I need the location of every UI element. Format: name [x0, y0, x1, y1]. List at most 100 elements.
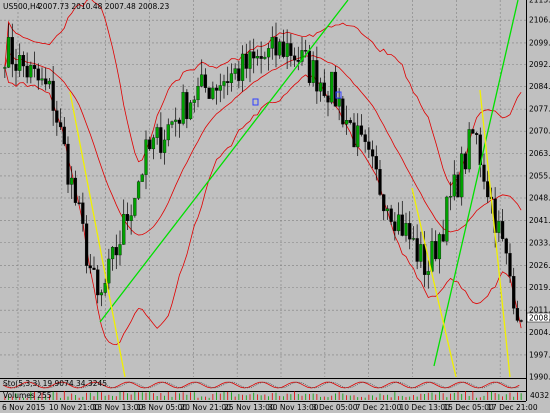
- candle-body: [326, 95, 330, 103]
- candle-body: [463, 153, 468, 170]
- candle-body: [382, 194, 386, 212]
- candle-body: [278, 41, 282, 56]
- candle-body: [356, 125, 360, 148]
- candle-body: [218, 85, 222, 91]
- candle-body: [519, 320, 523, 322]
- candle-body: [155, 127, 159, 138]
- price-tick-label: 2063.00: [529, 149, 550, 158]
- main-plot-area[interactable]: [0, 0, 526, 378]
- candle-body: [3, 67, 7, 69]
- candle-body: [385, 208, 390, 212]
- candle-body: [504, 238, 508, 254]
- candle-body: [460, 153, 464, 198]
- candle-body: [281, 41, 286, 57]
- candle-body: [378, 169, 382, 195]
- time-tick-label: 3 Dec 05:00: [312, 403, 358, 412]
- price-tick-label: 2041.00: [529, 216, 550, 225]
- candle-body: [196, 85, 200, 101]
- candle-body: [474, 133, 479, 135]
- candle-body: [270, 37, 274, 49]
- time-axis[interactable]: 6 Nov 2015 10 Nov 21:0013 Nov 13:0018 Nov…: [2, 403, 538, 412]
- candle-body: [307, 50, 312, 83]
- candle-body: [497, 221, 501, 233]
- candle-body: [348, 120, 352, 123]
- price-tick-label: 2004.60: [529, 328, 550, 337]
- candle-body: [434, 241, 438, 260]
- price-tick-label: 2026.40: [529, 261, 550, 270]
- candle-body: [96, 269, 100, 296]
- price-tick-label: 2019.20: [529, 283, 550, 292]
- candle-body: [36, 68, 40, 81]
- candle-body: [263, 56, 267, 59]
- candle-body: [84, 223, 89, 266]
- candle-body: [207, 87, 211, 99]
- candle-body: [374, 156, 378, 170]
- candle-body: [359, 125, 364, 135]
- candle-body: [237, 68, 241, 81]
- candle-body: [240, 53, 245, 81]
- candle-body: [445, 196, 449, 242]
- candle-body: [248, 51, 252, 69]
- price-tick-label: 2113.00: [529, 0, 550, 5]
- candle-body: [40, 78, 44, 81]
- candle-body: [389, 208, 393, 222]
- volume-panel[interactable]: [4, 391, 522, 400]
- candle-body: [107, 258, 111, 284]
- price-tick-label: 2055.60: [529, 171, 550, 180]
- candle-body: [162, 139, 167, 153]
- candle-body: [44, 78, 48, 85]
- candle-body: [226, 81, 230, 83]
- candle-body: [363, 134, 367, 142]
- candle-body: [14, 63, 18, 71]
- candle-body: [318, 82, 323, 92]
- price-tick-label: 2084.80: [529, 82, 550, 91]
- candle-body: [452, 174, 456, 197]
- price-tick-label: 2070.20: [529, 127, 550, 136]
- candle-body: [467, 129, 471, 170]
- candle-body: [337, 98, 341, 107]
- volumes-label: Volumes 255: [3, 391, 52, 400]
- candle-body: [151, 137, 156, 150]
- candle-body: [296, 59, 300, 62]
- candle-body: [55, 110, 59, 123]
- price-axis[interactable]: 2113.00 2106.40 2099.00 2092.00 2084.80 2077.…: [529, 0, 550, 382]
- candle-body: [396, 214, 401, 232]
- volume-scale-label: 4032: [530, 391, 549, 400]
- candle-body: [311, 60, 315, 83]
- price-tick-label: 2106.40: [529, 16, 550, 25]
- candle-body: [415, 238, 419, 262]
- candle-body: [62, 126, 66, 145]
- candle-body: [500, 221, 505, 239]
- candle-body: [285, 43, 289, 57]
- candle-body: [122, 213, 126, 245]
- price-tick-label: 2077.40: [529, 105, 550, 114]
- current-price-label: 2008.23: [529, 314, 550, 323]
- candle-body: [114, 247, 118, 256]
- price-tick-label: 2099.00: [529, 38, 550, 47]
- candle-body: [315, 60, 319, 92]
- candle-body: [174, 119, 178, 122]
- candle-body: [419, 244, 423, 262]
- candle-body: [185, 92, 189, 120]
- price-tick-label: 2048.40: [529, 194, 550, 203]
- symbol-label: US500,H4: [3, 2, 41, 11]
- candle-body: [77, 202, 81, 204]
- candle-body: [411, 238, 416, 240]
- price-tick-label: 2092.00: [529, 60, 550, 69]
- candle-body: [408, 223, 412, 240]
- candle-body: [344, 120, 349, 125]
- candle-body: [341, 98, 345, 125]
- candle-body: [222, 81, 226, 86]
- candle-body: [322, 82, 326, 96]
- time-tick-label: 17 Dec 21:00: [487, 403, 538, 412]
- candle-body: [211, 87, 215, 99]
- stochastic-panel[interactable]: Sto(5,3,3) 19.9074 34.3245: [2, 379, 520, 389]
- candle-body: [508, 253, 512, 277]
- candle-body: [92, 267, 96, 270]
- candle-body: [266, 48, 271, 58]
- candle-body: [437, 234, 442, 260]
- price-chart[interactable]: US500,H4 2007.73 2010.48 2007.48 2008.23…: [0, 0, 550, 413]
- candle-body: [333, 71, 338, 107]
- candle-body: [255, 56, 260, 59]
- price-tick-label: 1990.00: [529, 373, 550, 382]
